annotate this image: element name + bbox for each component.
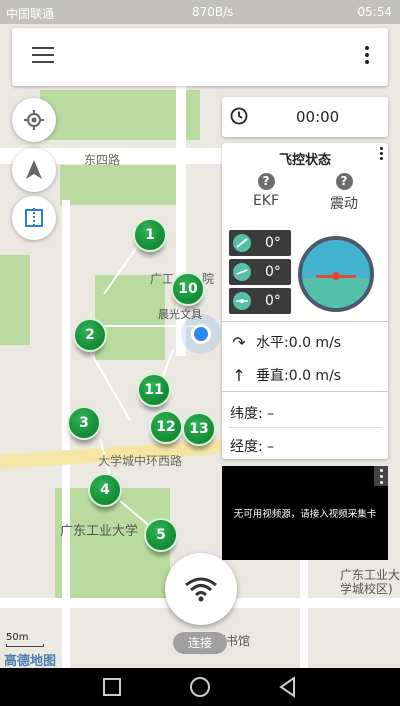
navigate-button[interactable]	[12, 148, 56, 192]
divider	[222, 321, 388, 322]
horizontal-arrow-icon: ↷	[232, 332, 246, 352]
panel-more-icon[interactable]	[378, 147, 384, 165]
vertical-arrow-icon: ↑	[232, 365, 246, 385]
pitch-readout: 0°	[229, 259, 291, 285]
horizontal-speed: 水平:0.0 m/s	[256, 335, 342, 351]
vibration-label: 震动	[330, 196, 358, 212]
wifi-icon	[185, 577, 217, 602]
ekf-label: EKF	[252, 193, 280, 209]
crosshair-icon	[24, 110, 44, 130]
yaw-value: 0°	[265, 293, 281, 309]
yaw-readout: 0°	[229, 288, 291, 314]
flight-status-panel: 飞控状态 ? EKF ? 震动 0° 0° 0° ↷ 水平:0.0 m/s ↑	[222, 143, 388, 459]
vertical-speed: 垂直:0.0 m/s	[256, 368, 342, 384]
navigation-arrow-icon	[26, 160, 42, 179]
waypoint-marker[interactable]: 2	[73, 318, 107, 359]
status-bar: 中国联通 870B/s 05:54	[0, 0, 400, 24]
carrier-label: 中国联通	[6, 7, 55, 21]
waypoint-marker[interactable]: 5	[144, 518, 178, 559]
split-view-icon	[25, 208, 43, 228]
waypoint-marker[interactable]: 13	[182, 412, 216, 453]
flight-timer-value: 00:00	[296, 108, 340, 126]
pitch-icon	[233, 263, 251, 281]
park-area	[60, 165, 180, 205]
system-nav-bar	[0, 668, 400, 706]
flight-timer-card: 00:00	[222, 97, 388, 137]
roll-icon	[233, 234, 251, 252]
divider	[222, 391, 388, 392]
campus-label: 广东工业大学	[60, 524, 139, 539]
panel-title: 飞控状态	[278, 153, 331, 168]
road-label: 东四路	[84, 153, 121, 167]
connect-label: 连接	[173, 632, 227, 654]
locate-button[interactable]	[12, 98, 56, 142]
waypoint-marker[interactable]: 11	[137, 373, 171, 414]
home-icon[interactable]	[188, 675, 212, 699]
back-icon[interactable]	[276, 675, 300, 699]
map-split-button[interactable]	[12, 196, 56, 240]
waypoint-marker[interactable]: 4	[88, 473, 122, 514]
top-toolbar	[12, 28, 388, 86]
more-vertical-icon[interactable]	[364, 46, 370, 68]
vertical-speed-row: ↑ 垂直:0.0 m/s	[230, 365, 341, 385]
waypoint-marker[interactable]: 12	[149, 410, 183, 451]
help-icon: ?	[257, 173, 275, 190]
current-location-dot	[191, 324, 211, 344]
roll-value: 0°	[265, 235, 281, 251]
horizontal-speed-row: ↷ 水平:0.0 m/s	[230, 332, 341, 352]
route-segment	[104, 325, 200, 327]
map-scale-bar	[6, 644, 44, 647]
attitude-indicator	[298, 236, 374, 312]
waypoint-marker[interactable]: 10	[171, 272, 205, 313]
video-more-icon[interactable]	[374, 466, 388, 486]
map-provider-logo: 高德地图	[4, 654, 57, 669]
network-speed: 870B/s	[192, 5, 234, 19]
latitude-row: 纬度: –	[230, 406, 275, 422]
poi-label: 晨光文具	[158, 308, 202, 321]
map-scale-label: 50m	[6, 632, 29, 643]
divider	[228, 427, 382, 428]
yaw-icon	[233, 292, 251, 310]
longitude-row: 经度: –	[230, 439, 275, 455]
poi-label: 学城校区)	[340, 582, 393, 596]
clock: 05:54	[357, 5, 392, 19]
recent-apps-icon[interactable]	[100, 675, 124, 699]
clock-icon	[230, 107, 248, 125]
vibration-status[interactable]: ? 震动	[314, 173, 374, 213]
waypoint-marker[interactable]: 1	[133, 218, 167, 259]
connect-button[interactable]	[165, 553, 237, 625]
help-icon: ?	[335, 173, 353, 190]
road-label: 大学城中环西路	[98, 454, 183, 468]
pitch-value: 0°	[265, 264, 281, 280]
ekf-status[interactable]: ? EKF	[236, 173, 296, 209]
park-area	[0, 255, 30, 345]
roll-readout: 0°	[229, 230, 291, 256]
road	[300, 560, 308, 668]
hamburger-menu-icon[interactable]	[32, 47, 54, 65]
video-panel[interactable]: 无可用视频源，请接入视频采集卡	[222, 466, 388, 560]
video-message: 无可用视频源，请接入视频采集卡	[233, 509, 377, 520]
waypoint-marker[interactable]: 3	[67, 406, 101, 447]
